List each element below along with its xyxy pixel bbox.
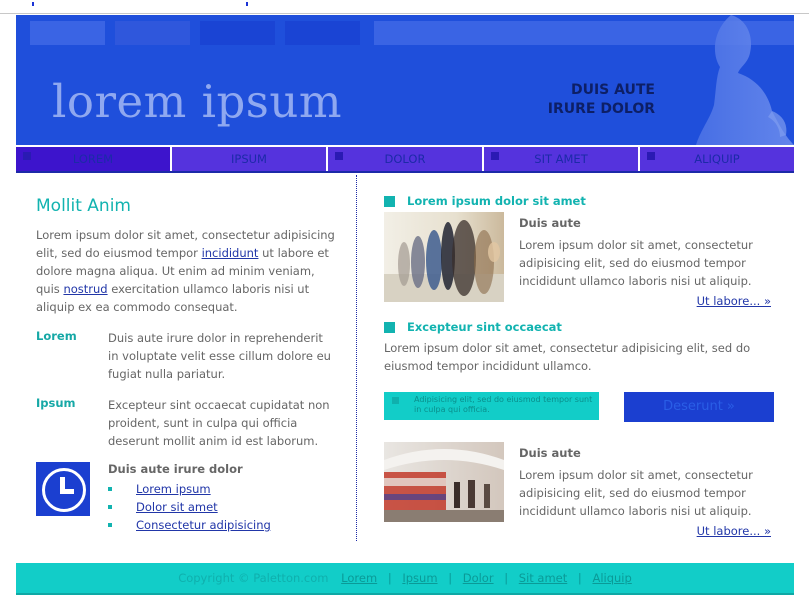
nav-item-label: LOREM (72, 152, 114, 166)
list-item: Dolor sit amet (108, 498, 271, 516)
footer-link-dolor[interactable]: Dolor (463, 571, 494, 585)
nav-item-label: DOLOR (384, 152, 426, 166)
definition-text: Excepteur sint occaecat cupidatat non pr… (108, 398, 330, 448)
section-heading-2: Excepteur sint occaecat (384, 320, 562, 334)
definition-term: Lorem (36, 329, 77, 343)
header-tagline: DUIS AUTE IRURE DOLOR (548, 81, 655, 119)
section-title: Mollit Anim (36, 196, 131, 216)
tagline-line-1: DUIS AUTE (570, 82, 655, 98)
main-nav: LOREM IPSUM DOLOR SIT AMET ALIQUIP (16, 147, 794, 171)
article-heading: Duis aute (519, 446, 581, 460)
nav-item-label: SIT AMET (534, 152, 588, 166)
intro-paragraph: Lorem ipsum dolor sit amet, consectetur … (36, 226, 336, 316)
intro-link-nostrud[interactable]: nostrud (63, 282, 107, 296)
read-more-link[interactable]: Ut labore... » (697, 294, 771, 308)
list-item: Consectetur adipisicing (108, 516, 271, 534)
intro-link-incididunt[interactable]: incididunt (202, 246, 259, 260)
footer-link-aliquip[interactable]: Aliquip (592, 571, 631, 585)
clock-icon (36, 462, 90, 516)
header-block (30, 21, 105, 45)
column-divider (356, 175, 357, 541)
left-column: Mollit Anim Lorem ipsum dolor sit amet, … (36, 196, 336, 534)
notice-square-icon (392, 397, 399, 404)
notice-text: Adipisicing elit, sed do eiusmod tempor … (414, 395, 593, 414)
section-heading-1: Lorem ipsum dolor sit amet (384, 194, 586, 208)
footer-link-ipsum[interactable]: Ipsum (402, 571, 437, 585)
site-logo[interactable]: lorem ipsum (52, 75, 342, 128)
section-heading-text: Excepteur sint occaecat (407, 320, 562, 334)
copyright-text: Copyright © Paletton.com (178, 571, 329, 585)
definition-text: Duis aute irure dolor in reprehenderit i… (108, 331, 331, 381)
footer-separator: | (387, 571, 392, 585)
site-footer: Copyright © Paletton.com Lorem | Ipsum |… (16, 563, 794, 593)
nav-item-aliquip[interactable]: ALIQUIP (640, 147, 794, 171)
nav-item-lorem[interactable]: LOREM (16, 147, 170, 171)
footer-underline (16, 593, 794, 595)
tagline-line-2: IRURE DOLOR (547, 101, 655, 117)
article-text: Lorem ipsum dolor sit amet, consectetur … (519, 238, 753, 288)
deserunt-button[interactable]: Deserunt » (624, 392, 774, 422)
nav-bullet-icon (491, 152, 499, 160)
definition-row: Ipsum Excepteur sint occaecat cupidatat … (36, 396, 336, 450)
nav-item-dolor[interactable]: DOLOR (328, 147, 482, 171)
nav-bullet-icon (23, 152, 31, 160)
footer-link-lorem[interactable]: Lorem (341, 571, 377, 585)
header-block (115, 21, 190, 45)
crowd-photo (384, 212, 504, 302)
link-list: Duis aute irure dolor Lorem ipsum Dolor … (108, 462, 271, 534)
header-block (200, 21, 275, 45)
definition-row: Lorem Duis aute irure dolor in reprehend… (36, 329, 336, 383)
list-item: Lorem ipsum (108, 480, 271, 498)
read-more-link[interactable]: Ut labore... » (697, 524, 771, 538)
nav-item-sit-amet[interactable]: SIT AMET (484, 147, 638, 171)
nav-item-label: IPSUM (231, 152, 267, 166)
heading-square-icon (384, 321, 395, 333)
clock-list-block: Duis aute irure dolor Lorem ipsum Dolor … (36, 462, 336, 534)
section-heading-text: Lorem ipsum dolor sit amet (407, 194, 586, 208)
footer-separator: | (504, 571, 509, 585)
article-heading: Duis aute (519, 216, 581, 230)
definition-term: Ipsum (36, 396, 76, 410)
footer-separator: | (448, 571, 453, 585)
notice-box: Adipisicing elit, sed do eiusmod tempor … (384, 392, 599, 420)
subway-photo (384, 442, 504, 522)
footer-link-sit-amet[interactable]: Sit amet (519, 571, 568, 585)
section-2-text: Lorem ipsum dolor sit amet, consectetur … (384, 341, 751, 373)
browser-top-strip (0, 0, 809, 14)
article-text: Lorem ipsum dolor sit amet, consectetur … (519, 468, 753, 518)
article-2: Duis aute Lorem ipsum dolor sit amet, co… (519, 446, 774, 520)
list-link[interactable]: Lorem ipsum (136, 482, 211, 496)
top-mark (32, 2, 34, 6)
nav-underline (16, 171, 794, 173)
footer-separator: | (577, 571, 582, 585)
article-1: Duis aute Lorem ipsum dolor sit amet, co… (519, 216, 774, 290)
nav-item-label: ALIQUIP (694, 152, 740, 166)
top-mark (246, 2, 248, 6)
list-link[interactable]: Consectetur adipisicing (136, 518, 271, 532)
woman-silhouette-image (696, 15, 794, 145)
list-link[interactable]: Dolor sit amet (136, 500, 218, 514)
list-title: Duis aute irure dolor (108, 462, 243, 476)
heading-square-icon (384, 195, 395, 207)
nav-bullet-icon (647, 152, 655, 160)
header-block (285, 21, 360, 45)
nav-bullet-icon (335, 152, 343, 160)
nav-item-ipsum[interactable]: IPSUM (172, 147, 326, 171)
site-header: lorem ipsum DUIS AUTE IRURE DOLOR (16, 15, 794, 145)
